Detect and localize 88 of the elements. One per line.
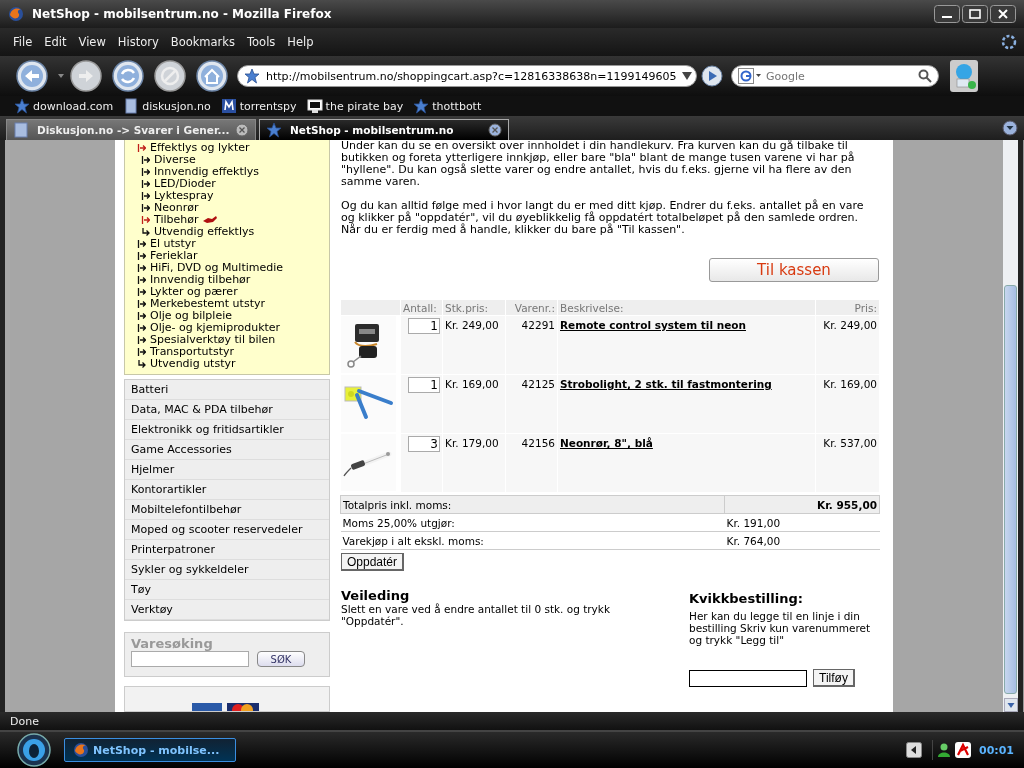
column-header: Stk.pris: (443, 300, 505, 315)
tree-item[interactable]: Olje- og kjemiprodukter (150, 322, 281, 334)
tree-item[interactable]: Utvendig effektlys (154, 226, 255, 238)
guide-text: Slett en vare ved å endre antallet til 0 stk. og trykk "Oppdatér". (341, 603, 611, 627)
table-cell: Kr. 249,00 (443, 316, 505, 374)
category-link[interactable]: Sykler og sykkeldeler (125, 560, 329, 580)
category-link[interactable]: Printerpatroner (125, 540, 329, 560)
table-cell: Kr. 169,00 (816, 375, 879, 433)
browser-tab[interactable]: NetShop - mobilsentrum.no (259, 119, 509, 140)
tree-item[interactable]: Lykter og pærer (150, 286, 238, 298)
bookmark-link[interactable]: thottbott (413, 98, 482, 114)
category-link[interactable]: Mobiltelefontilbehør (125, 500, 329, 520)
search-button[interactable]: SØK (257, 651, 305, 667)
total-label: Moms 25,00% utgjør: (340, 513, 725, 532)
tree-item[interactable]: Effektlys og lykter (150, 142, 250, 154)
menu-item[interactable]: View (78, 35, 113, 49)
product-link[interactable]: Neonrør, 8", blå (560, 437, 653, 449)
column-header: Beskrivelse: (558, 300, 815, 315)
category-link[interactable]: Elektronikk og fritidsartikler (125, 420, 329, 440)
tree-item[interactable]: Olje og bilpleie (150, 310, 232, 322)
bookmark-link[interactable]: download.com (14, 98, 114, 114)
tree-item[interactable]: Tilbehør (154, 214, 199, 226)
table-cell: 42125 (506, 375, 557, 433)
tree-item[interactable]: Merkebestemt utstyr (150, 298, 265, 310)
total-value: Kr. 764,00 (724, 531, 880, 550)
category-link[interactable]: Batteri (125, 380, 329, 400)
category-link[interactable]: Data, MAC & PDA tilbehør (125, 400, 329, 420)
menu-item[interactable]: Tools (247, 35, 283, 49)
category-link[interactable]: Hjelmer (125, 460, 329, 480)
search-heading: Varesøking (131, 637, 214, 651)
category-link[interactable]: Moped og scooter reservedeler (125, 520, 329, 540)
tree-item[interactable]: Lyktespray (154, 190, 214, 202)
bookmark-link[interactable]: the pirate bay (306, 98, 404, 114)
address-field[interactable]: http://mobilsentrum.no/shoppingcart.asp?c=12816338638n=1199149605 (237, 65, 697, 87)
table-cell: 42156 (506, 434, 557, 492)
status-text: Done (10, 714, 39, 728)
total-label: Totalpris inkl. moms: (340, 495, 725, 514)
table-cell: Kr. 179,00 (443, 434, 505, 492)
category-link[interactable]: Kontorartikler (125, 480, 329, 500)
product-link[interactable]: Remote control system til neon (560, 319, 746, 331)
tree-item[interactable]: Innvendig effektlys (154, 166, 260, 178)
total-label: Varekjøp i alt ekskl. moms: (340, 531, 725, 550)
menu-item[interactable]: Edit (44, 35, 74, 49)
tree-item[interactable]: Spesialverktøy til bilen (150, 334, 276, 346)
taskbar-button[interactable]: NetShop - mobilse... (64, 738, 236, 762)
search-box[interactable]: Google (731, 65, 939, 87)
section-heading: Kvikkbestilling: (689, 592, 804, 606)
column-header: Antall: (401, 300, 442, 315)
tree-item[interactable]: Transportutstyr (150, 346, 234, 358)
table-cell: Kr. 249,00 (816, 316, 879, 374)
product-link[interactable]: Strobolight, 2 stk. til fastmontering (560, 378, 772, 390)
quantity-field[interactable]: 3 (408, 436, 440, 452)
quantity-field[interactable]: 1 (408, 318, 440, 334)
tree-item[interactable]: Neonrør (154, 202, 199, 214)
quantity-field[interactable]: 1 (408, 377, 440, 393)
menu-item[interactable]: File (13, 35, 40, 49)
tree-item[interactable]: HiFi, DVD og Multimedie (150, 262, 284, 274)
update-button[interactable]: Oppdatér (341, 553, 405, 571)
total-value: Kr. 191,00 (724, 513, 880, 532)
category-link[interactable]: Game Accessories (125, 440, 329, 460)
category-link[interactable]: Tøy (125, 580, 329, 600)
table-cell: Kr. 537,00 (816, 434, 879, 492)
paragraph: Under kan du se en oversikt over innholdet i din handlekurv. Fra kurven kan du gå tilbake til butikken og foreta ytterligere innkjøp, eller bare "bla" blant de mange tusen varene vi har på "hyllene". Du kan også slette varer og endre antallet, hvis du f.eks. gjerne vil ha flere av den samme varen. (341, 140, 856, 188)
tree-item[interactable]: Utvendig utstyr (150, 358, 236, 370)
table-cell: 42291 (506, 316, 557, 374)
bookmark-link[interactable]: torrentspy (220, 98, 297, 114)
add-button[interactable]: Tilføy (813, 669, 855, 687)
browser-tab[interactable]: Diskusjon.no -> Svarer i Gener... (6, 119, 256, 140)
clock: 00:01 (979, 743, 1014, 757)
tree-item[interactable]: Ferieklar (150, 250, 198, 262)
window-title: NetShop - mobilsentrum.no - Mozilla Firefox (32, 7, 333, 21)
category-link[interactable]: Verktøy (125, 600, 329, 620)
paragraph: Og du kan alltid følge med i hvor langt du er med ditt kjøp. Endrer du f.eks. antallet på en vare og klikker på "oppdatér", vil du øyeblikkelig få oppdatért totalbeløpet på den samlede ordren. Når du er ferdig med å handle, klikker du bare på "Til kassen". (341, 200, 865, 236)
tree-item[interactable]: El utstyr (150, 238, 196, 250)
table-cell: Kr. 169,00 (443, 375, 505, 433)
tree-item[interactable]: Innvendig tilbehør (150, 274, 251, 286)
tree-item[interactable]: Diverse (154, 154, 196, 166)
checkout-button[interactable]: Til kassen (709, 258, 879, 282)
menu-item[interactable]: Help (287, 35, 321, 49)
tree-item[interactable]: LED/Dioder (154, 178, 216, 190)
section-heading: Veileding (341, 589, 411, 603)
total-value: Kr. 955,00 (724, 495, 880, 514)
column-header: Pris: (816, 300, 879, 315)
menu-item[interactable]: History (117, 35, 166, 49)
menu-item[interactable]: Bookmarks (170, 35, 242, 49)
column-header: Varenr.: (506, 300, 557, 315)
bookmark-link[interactable]: diskusjon.no (123, 98, 211, 114)
quick-order-text: Her kan du legge til en linje i din bestilling Skriv kun varenummeret og trykk "Legg til" (689, 610, 871, 646)
